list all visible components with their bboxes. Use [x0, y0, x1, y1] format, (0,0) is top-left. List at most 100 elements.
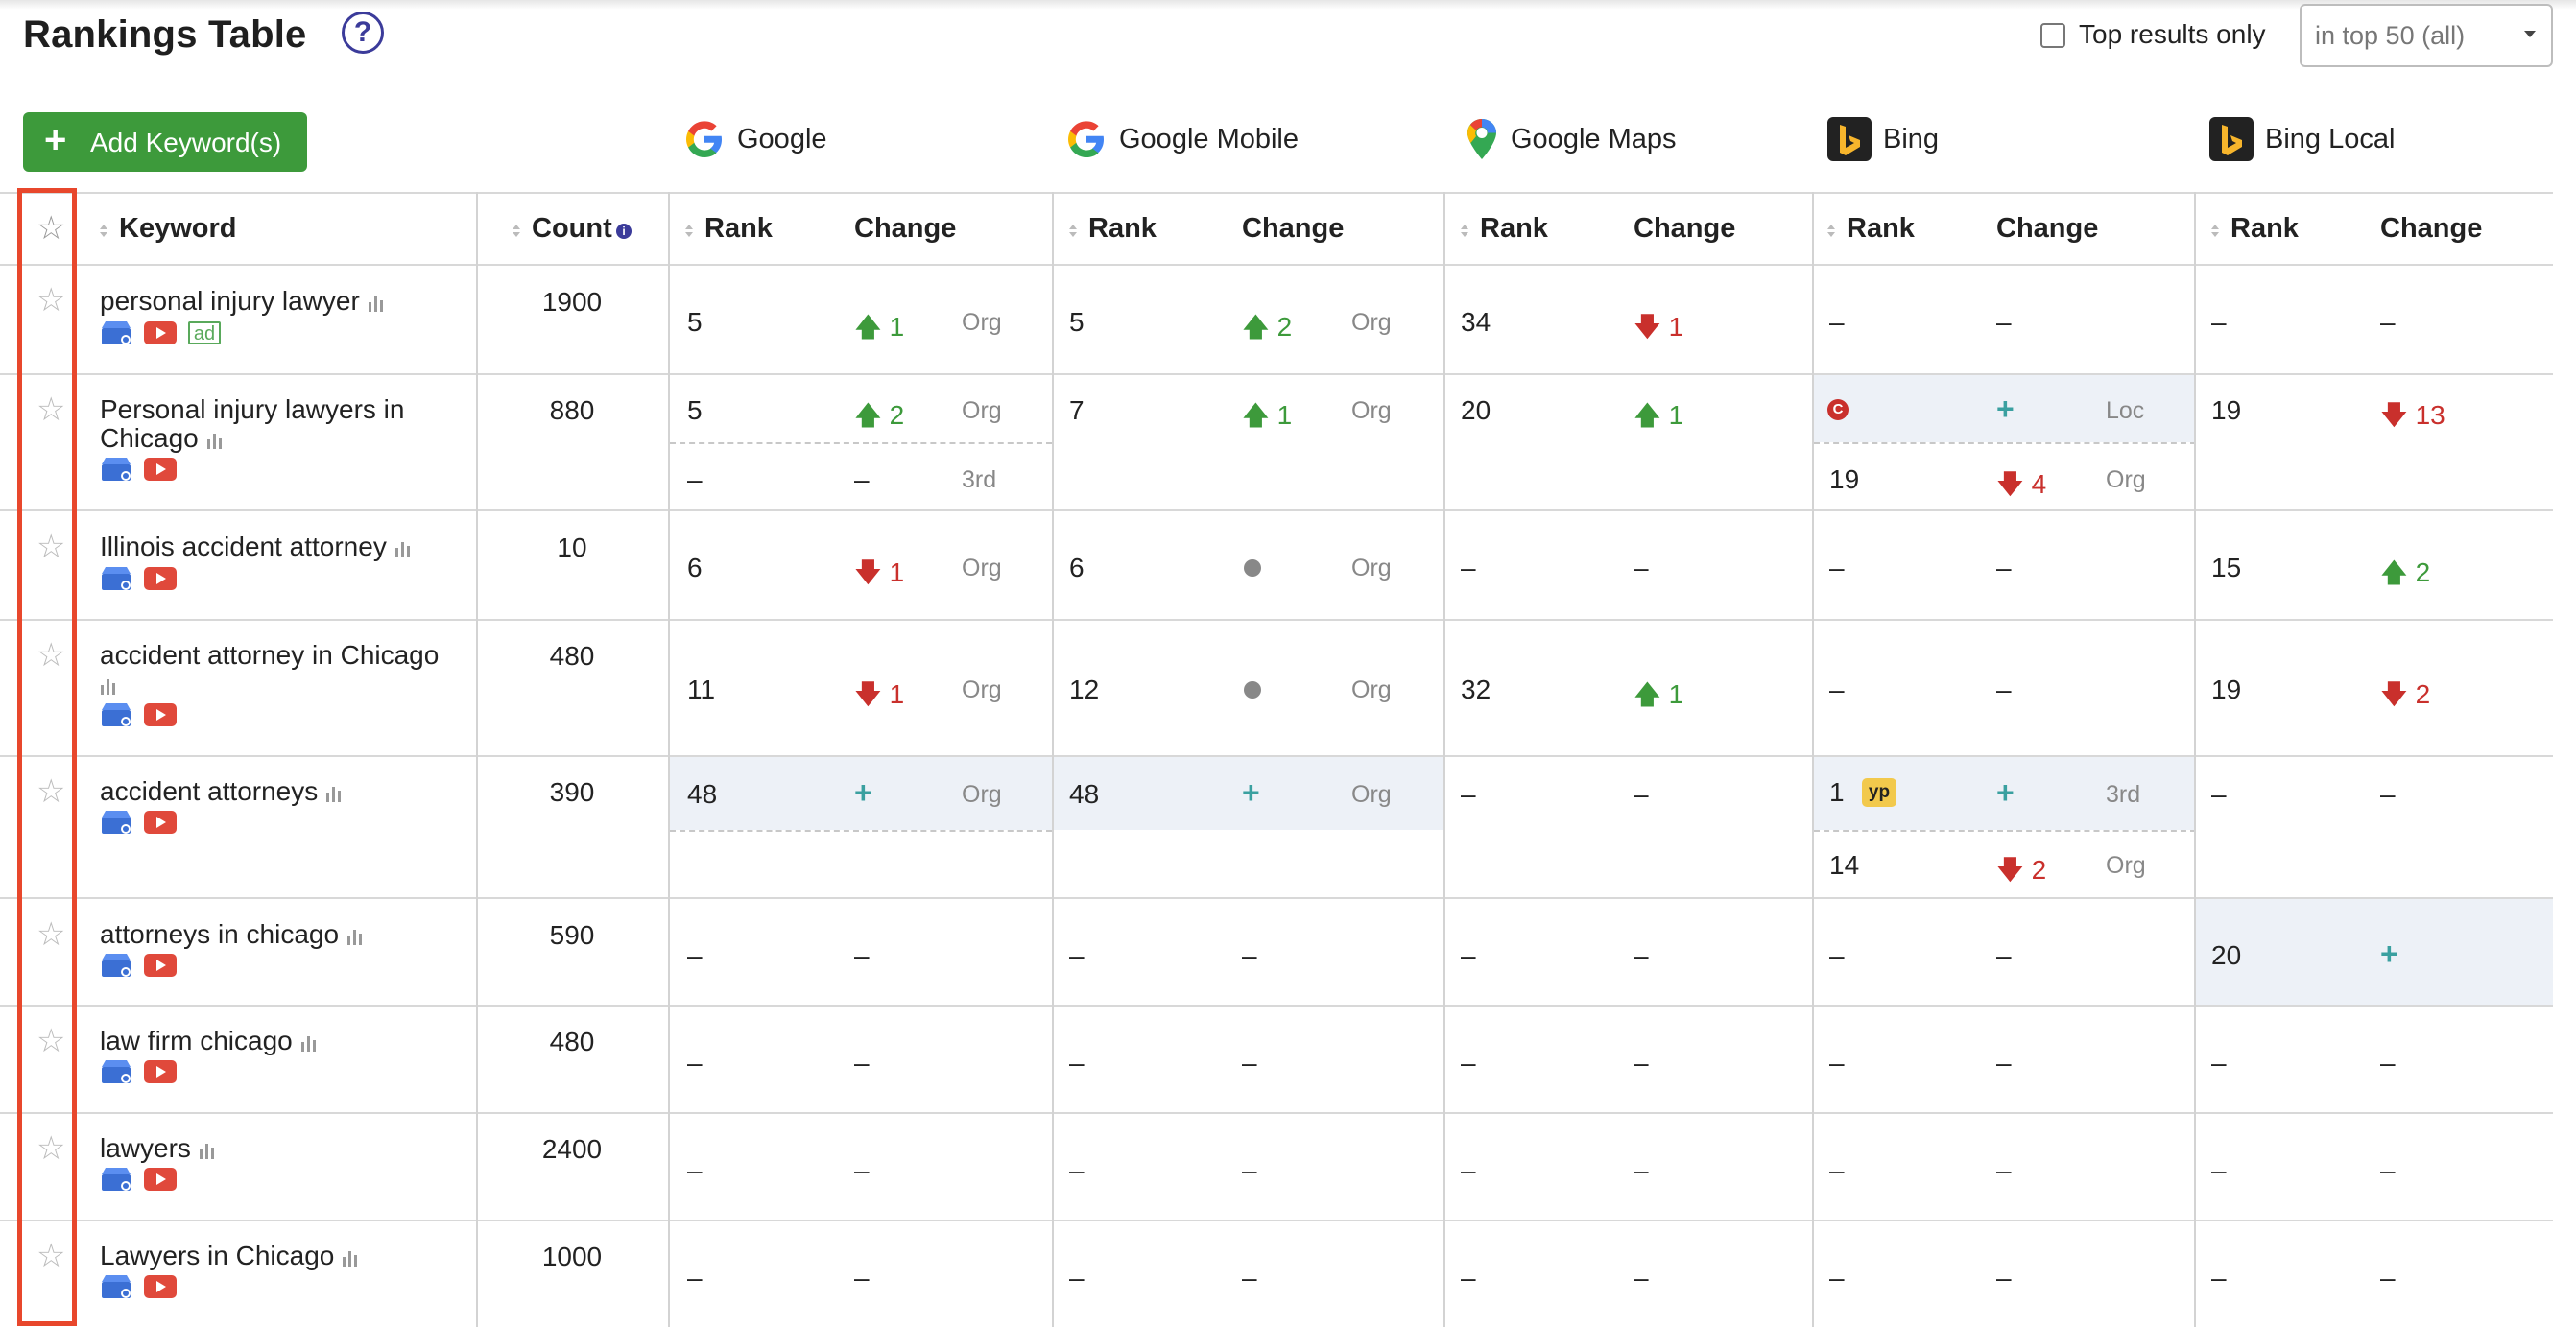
google-rank: – [687, 1263, 703, 1292]
google-maps-change: – [1634, 1155, 1649, 1185]
keyword-cell[interactable]: accident attorney in Chicago [100, 641, 439, 699]
youtube-icon[interactable] [144, 811, 177, 834]
google-business-icon[interactable] [100, 566, 132, 591]
row-divider [0, 373, 2553, 375]
column-header-count[interactable]: Count [532, 213, 612, 245]
column-header-rank[interactable]: Rank [704, 213, 773, 245]
bing-change: – [1996, 940, 2012, 970]
google-mobile-rank: 6 [1069, 553, 1085, 582]
bing-local-change: – [2380, 1155, 2396, 1185]
column-header-change[interactable]: Change [2380, 213, 2482, 245]
column-header-change[interactable]: Change [854, 213, 956, 245]
bing-local-rank: – [2211, 1155, 2227, 1185]
chevron-down-icon [2524, 31, 2536, 37]
google-icon [686, 121, 722, 157]
top-results-checkbox[interactable] [2040, 23, 2065, 48]
google-business-icon[interactable] [100, 702, 132, 727]
keyword-cell[interactable]: attorneys in chicago [100, 920, 364, 949]
google-business-icon[interactable] [100, 810, 132, 835]
google-business-icon[interactable] [100, 320, 132, 345]
google-mobile-rank: – [1069, 940, 1085, 970]
google-mobile-rank: 7 [1069, 395, 1085, 425]
bing-local-change: – [2380, 1263, 2396, 1292]
keyword-cell[interactable]: law firm chicago [100, 1027, 318, 1055]
youtube-icon[interactable] [144, 954, 177, 977]
bing-change-secondary: 🡇 2 [1996, 855, 2047, 885]
google-change: – [854, 1263, 870, 1292]
bar-chart-icon[interactable] [206, 432, 224, 449]
column-header-rank[interactable]: Rank [2230, 213, 2299, 245]
youtube-icon[interactable] [144, 703, 177, 726]
google-mobile-change: – [1242, 1048, 1257, 1078]
add-keyword-button[interactable]: + Add Keyword(s) [23, 112, 307, 172]
question-circle-icon[interactable]: ? [342, 12, 384, 54]
arrow-down-icon: 🡇 [2380, 679, 2416, 709]
google-maps-rank: 34 [1461, 307, 1491, 337]
info-icon[interactable]: i [616, 224, 632, 239]
youtube-icon[interactable] [144, 567, 177, 590]
google-rank: 5 [687, 307, 703, 337]
subrow-separator [670, 442, 1052, 444]
bar-chart-icon[interactable] [199, 1142, 216, 1159]
google-mobile-rank: – [1069, 1048, 1085, 1078]
youtube-icon[interactable] [144, 1168, 177, 1191]
plus-icon: + [44, 119, 67, 161]
row-divider [0, 1220, 2553, 1221]
keyword-text: personal injury lawyer [100, 286, 360, 316]
bar-chart-icon[interactable] [342, 1249, 359, 1267]
google-mobile-change: – [1242, 940, 1257, 970]
bar-chart-icon[interactable] [300, 1034, 318, 1052]
bing-local-rank: – [2211, 1263, 2227, 1292]
top-results-label[interactable]: Top results only [2079, 19, 2266, 50]
column-divider [1443, 192, 1445, 1327]
bing-change: – [1996, 1263, 2012, 1292]
bar-chart-icon[interactable] [368, 295, 385, 312]
bing-change: – [1996, 675, 2012, 704]
result-type: Org [1351, 397, 1392, 424]
youtube-icon[interactable] [144, 1275, 177, 1298]
google-business-icon[interactable] [100, 953, 132, 978]
bing-local-rank: – [2211, 1048, 2227, 1078]
keyword-text: accident attorneys [100, 776, 319, 806]
column-header-change[interactable]: Change [1634, 213, 1735, 245]
yellow-pages-badge: yp [1862, 778, 1896, 807]
no-change-dot-icon [1244, 681, 1261, 699]
keyword-cell[interactable]: Lawyers in Chicago [100, 1242, 359, 1270]
keyword-cell[interactable]: accident attorneys [100, 777, 343, 806]
google-business-icon[interactable] [100, 1274, 132, 1299]
bing-change-new: + [1996, 391, 2015, 426]
column-header-change[interactable]: Change [1996, 213, 2098, 245]
bar-chart-icon[interactable] [394, 540, 412, 557]
bar-chart-icon[interactable] [346, 928, 364, 945]
arrow-down-icon: 🡇 [854, 679, 890, 709]
google-change-new: + [854, 775, 872, 810]
youtube-icon[interactable] [144, 321, 177, 344]
bing-rank: 1 [1829, 777, 1845, 807]
keyword-text: Illinois accident attorney [100, 532, 387, 561]
engine-name: Google Maps [1511, 123, 1677, 154]
google-business-icon[interactable] [100, 457, 132, 482]
bing-rank-secondary: 19 [1829, 464, 1860, 494]
keyword-cell[interactable]: Illinois accident attorney [100, 533, 412, 561]
google-business-icon[interactable] [100, 1059, 132, 1084]
keyword-cell[interactable]: personal injury lawyer [100, 287, 385, 316]
search-count: 1900 [541, 287, 603, 317]
search-count: 880 [549, 395, 595, 425]
keyword-cell[interactable]: Personal injury lawyers in Chicago [100, 395, 404, 453]
column-header-rank[interactable]: Rank [1088, 213, 1157, 245]
column-header-rank[interactable]: Rank [1847, 213, 1915, 245]
youtube-icon[interactable] [144, 458, 177, 481]
rank-filter-select[interactable]: in top 50 (all) [2300, 4, 2553, 67]
row-divider [0, 619, 2553, 621]
column-header-change[interactable]: Change [1242, 213, 1344, 245]
keyword-cell[interactable]: lawyers [100, 1134, 216, 1163]
column-header-rank[interactable]: Rank [1480, 213, 1548, 245]
google-business-icon[interactable] [100, 1167, 132, 1192]
bar-chart-icon[interactable] [325, 785, 343, 802]
bing-rank: – [1829, 1155, 1845, 1185]
youtube-icon[interactable] [144, 1060, 177, 1083]
bar-chart-icon[interactable] [100, 677, 117, 695]
column-header-keyword[interactable]: Keyword [119, 213, 236, 245]
highlight-cell [2196, 899, 2553, 1005]
google-maps-rank: – [1461, 940, 1476, 970]
